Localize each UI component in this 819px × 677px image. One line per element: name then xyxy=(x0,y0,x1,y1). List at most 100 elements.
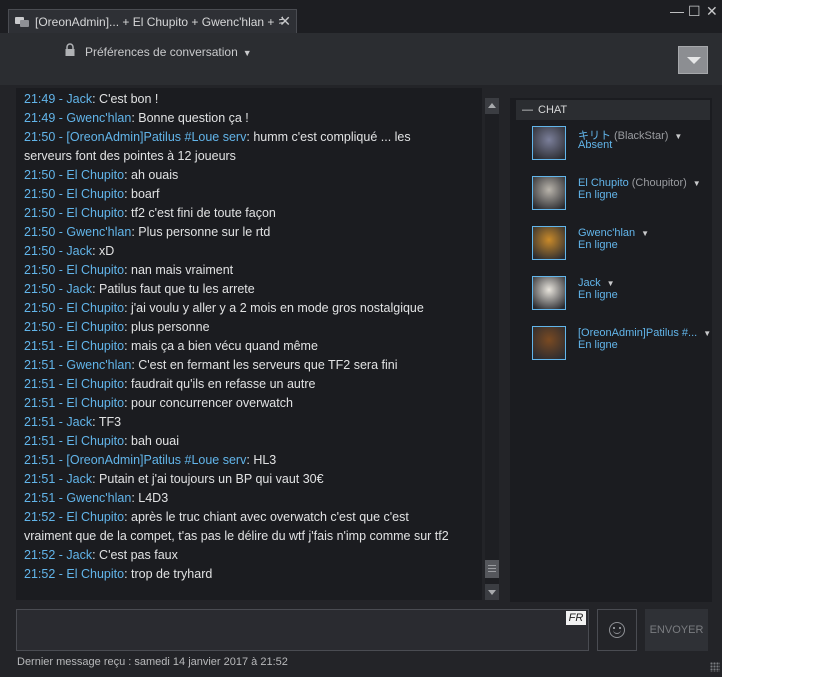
conversation-toolbar: Préférences de conversation ▼ xyxy=(0,33,722,85)
message-sender[interactable]: 21:51 - [OreonAdmin]Patilus #Loue serv xyxy=(24,453,246,467)
message-text: C'est bon ! xyxy=(99,92,159,106)
avatar[interactable] xyxy=(532,226,566,260)
chevron-down-icon[interactable]: ▼ xyxy=(641,229,649,238)
member-name-row[interactable]: [OreonAdmin]Patilus #... ▼ xyxy=(578,327,711,339)
message-sender[interactable]: 21:51 - El Chupito xyxy=(24,396,124,410)
member-item[interactable]: Jack ▼ En ligne xyxy=(530,274,710,314)
avatar[interactable] xyxy=(532,276,566,310)
message-sender[interactable]: 21:52 - Jack xyxy=(24,548,92,562)
chat-section-header[interactable]: — CHAT xyxy=(516,100,710,120)
message-sender[interactable]: 21:52 - El Chupito xyxy=(24,567,124,581)
tab-close-icon[interactable]: ✕ xyxy=(279,13,291,30)
message-scrollbar[interactable] xyxy=(485,98,499,600)
member-status: En ligne xyxy=(578,239,618,251)
message-sender[interactable]: 21:50 - El Chupito xyxy=(24,206,124,220)
send-button[interactable]: ENVOYER xyxy=(645,609,708,651)
message-sender[interactable]: 21:50 - El Chupito xyxy=(24,263,124,277)
chat-message: 21:51 - El Chupito: pour concurrencer ov… xyxy=(24,394,476,413)
emoticon-button[interactable] xyxy=(597,609,637,651)
chat-message: vraiment que de la compet, t'as pas le d… xyxy=(24,527,476,546)
message-text: ah ouais xyxy=(131,168,179,182)
resize-grip-icon[interactable] xyxy=(710,662,720,672)
message-sender[interactable]: 21:51 - El Chupito xyxy=(24,339,124,353)
message-separator: : xyxy=(92,548,100,562)
member-status: En ligne xyxy=(578,189,618,201)
message-sender[interactable]: 21:50 - Jack xyxy=(24,282,92,296)
chat-message: 21:50 - [OreonAdmin]Patilus #Loue serv: … xyxy=(24,128,476,147)
message-text: vraiment que de la compet, t'as pas le d… xyxy=(24,529,449,543)
chat-message: 21:51 - [OreonAdmin]Patilus #Loue serv: … xyxy=(24,451,476,470)
message-sender[interactable]: 21:50 - [OreonAdmin]Patilus #Loue serv xyxy=(24,130,246,144)
chat-message: serveurs font des pointes à 12 joueurs xyxy=(24,147,476,166)
member-name-row[interactable]: El Chupito (Choupitor) ▼ xyxy=(578,177,701,189)
message-sender[interactable]: 21:50 - El Chupito xyxy=(24,320,124,334)
member-name: [OreonAdmin]Patilus #... xyxy=(578,327,698,339)
chat-message: 21:51 - El Chupito: faudrait qu'ils en r… xyxy=(24,375,476,394)
close-window-button[interactable]: ✕ xyxy=(706,3,718,20)
preferences-label: Préférences de conversation xyxy=(85,45,238,59)
chat-message: 21:51 - El Chupito: bah ouai xyxy=(24,432,476,451)
chevron-down-icon[interactable]: ▼ xyxy=(703,329,711,338)
message-sender[interactable]: 21:49 - Gwenc'hlan xyxy=(24,111,131,125)
member-item[interactable]: Gwenc'hlan ▼ En ligne xyxy=(530,224,710,264)
smiley-icon xyxy=(609,622,625,638)
message-sender[interactable]: 21:51 - Gwenc'hlan xyxy=(24,358,131,372)
message-separator: : xyxy=(124,187,132,201)
message-text: j'ai voulu y aller y a 2 mois en mode gr… xyxy=(131,301,424,315)
chat-message: 21:50 - El Chupito: plus personne xyxy=(24,318,476,337)
chevron-down-icon[interactable]: ▼ xyxy=(693,179,701,188)
message-text: Plus personne sur le rtd xyxy=(138,225,271,239)
message-log: 21:49 - Jack: C'est bon ! 21:49 - Gwenc'h… xyxy=(16,88,482,600)
message-sender[interactable]: 21:51 - Jack xyxy=(24,415,92,429)
message-sender[interactable]: 21:52 - El Chupito xyxy=(24,510,124,524)
message-separator: : xyxy=(124,396,132,410)
message-sender[interactable]: 21:50 - El Chupito xyxy=(24,168,124,182)
message-sender[interactable]: 21:51 - Gwenc'hlan xyxy=(24,491,131,505)
chat-message: 21:50 - El Chupito: ah ouais xyxy=(24,166,476,185)
chat-message: 21:51 - El Chupito: mais ça a bien vécu … xyxy=(24,337,476,356)
chevron-down-icon[interactable]: ▼ xyxy=(607,279,615,288)
message-sender[interactable]: 21:50 - El Chupito xyxy=(24,301,124,315)
collapse-icon[interactable]: — xyxy=(522,104,533,116)
scroll-down-button[interactable] xyxy=(485,584,499,600)
scroll-thumb[interactable] xyxy=(485,560,499,578)
member-name-row[interactable]: Gwenc'hlan ▼ xyxy=(578,227,649,239)
conversation-preferences-menu[interactable]: Préférences de conversation ▼ xyxy=(85,45,252,59)
message-separator: : xyxy=(124,301,132,315)
member-name-row[interactable]: Jack ▼ xyxy=(578,277,615,289)
message-separator: : xyxy=(124,339,132,353)
member-name: Jack xyxy=(578,277,601,289)
message-text: serveurs font des pointes à 12 joueurs xyxy=(24,149,236,163)
chat-message: 21:51 - Jack: Putain et j'ai toujours un… xyxy=(24,470,476,489)
dropdown-menu-button[interactable] xyxy=(678,46,708,74)
message-sender[interactable]: 21:50 - El Chupito xyxy=(24,187,124,201)
avatar[interactable] xyxy=(532,176,566,210)
message-separator: : xyxy=(124,320,132,334)
message-sender[interactable]: 21:50 - Jack xyxy=(24,244,92,258)
maximize-button[interactable]: ☐ xyxy=(688,3,701,20)
message-input[interactable]: FR xyxy=(16,609,589,651)
chat-message: 21:50 - El Chupito: nan mais vraiment xyxy=(24,261,476,280)
member-status: En ligne xyxy=(578,289,618,301)
message-text: bah ouai xyxy=(131,434,179,448)
chat-message: 21:50 - El Chupito: tf2 c'est fini de to… xyxy=(24,204,476,223)
chevron-down-icon[interactable]: ▼ xyxy=(674,132,682,141)
scroll-up-button[interactable] xyxy=(485,98,499,114)
message-text: xD xyxy=(99,244,115,258)
conversation-tab[interactable]: [OreonAdmin]... + El Chupito + Gwenc'hla… xyxy=(8,9,297,33)
message-sender[interactable]: 21:50 - Gwenc'hlan xyxy=(24,225,131,239)
avatar[interactable] xyxy=(532,326,566,360)
member-item[interactable]: [OreonAdmin]Patilus #... ▼ En ligne xyxy=(530,324,711,364)
message-sender[interactable]: 21:49 - Jack xyxy=(24,92,92,106)
message-text: faudrait qu'ils en refasse un autre xyxy=(131,377,316,391)
member-item[interactable]: キリト (BlackStar) ▼ Absent xyxy=(530,124,710,164)
input-language-badge: FR xyxy=(566,611,586,625)
message-separator: : xyxy=(92,472,100,486)
message-sender[interactable]: 21:51 - Jack xyxy=(24,472,92,486)
chat-message: 21:52 - El Chupito: après le truc chiant… xyxy=(24,508,476,527)
message-sender[interactable]: 21:51 - El Chupito xyxy=(24,434,124,448)
member-item[interactable]: El Chupito (Choupitor) ▼ En ligne xyxy=(530,174,710,214)
minimize-button[interactable]: — xyxy=(670,3,684,19)
message-sender[interactable]: 21:51 - El Chupito xyxy=(24,377,124,391)
avatar[interactable] xyxy=(532,126,566,160)
